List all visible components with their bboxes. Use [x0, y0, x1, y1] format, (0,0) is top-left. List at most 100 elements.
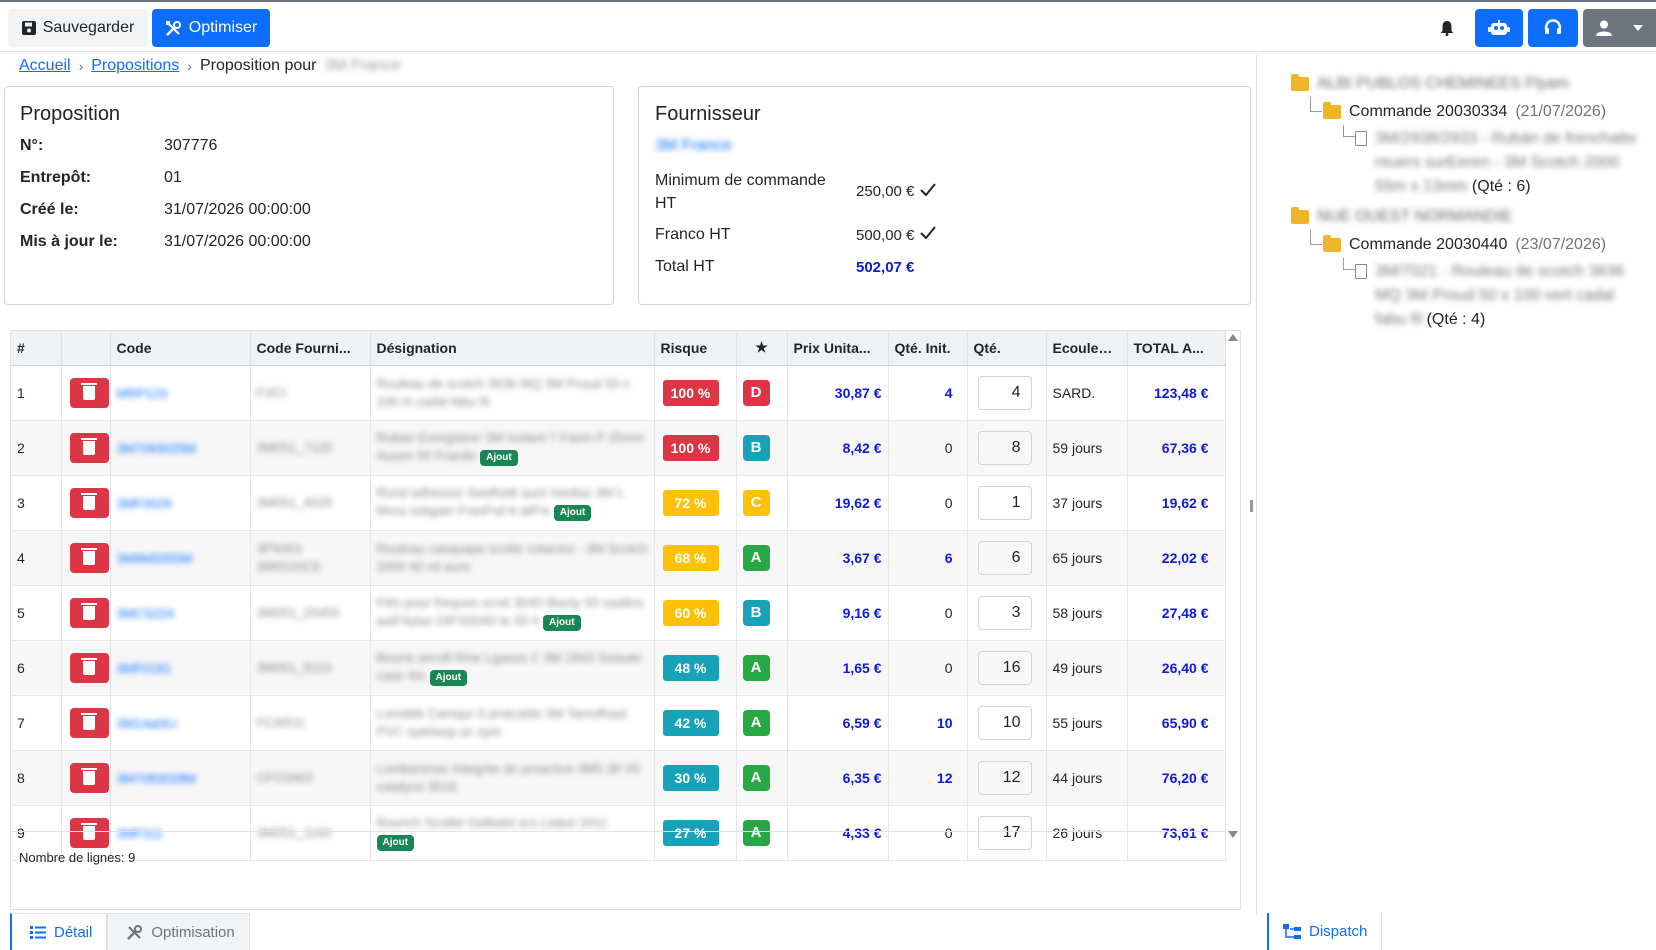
row-risk: 100 %	[654, 420, 737, 476]
trash-icon	[81, 602, 97, 620]
qty-input[interactable]: 3	[977, 595, 1032, 630]
row-grade: A	[736, 640, 788, 696]
col-header-risk[interactable]: Risque	[654, 331, 737, 366]
tab-detail[interactable]: Détail	[10, 913, 108, 950]
row-supplier-code: 3M051_7120	[250, 420, 371, 476]
designation-text: Rouleau de scotch 3636 MQ 3M Proud 50 x …	[376, 375, 630, 409]
col-header-total[interactable]: TOTAL A...	[1127, 331, 1226, 366]
field-value-warehouse: 01	[164, 169, 182, 186]
row-total: 27,48 €	[1127, 585, 1226, 641]
row-index: 2	[11, 420, 62, 476]
row-flow: 59 jours	[1046, 420, 1128, 476]
col-header-initial-qty[interactable]: Qté. Init.	[888, 331, 968, 366]
table-row[interactable]: 6 3MF0181 3M051_9110 Boune servill Rine …	[11, 640, 1226, 696]
user-menu-button[interactable]	[1583, 9, 1656, 47]
table-row[interactable]: 8 3M7083028M CFO3463 Lombaneser Integrit…	[11, 750, 1226, 806]
trash-icon	[81, 767, 97, 785]
tree-file-node[interactable]: 3M/2938/2933 - Rubán de frenchatte reuer…	[1355, 127, 1645, 199]
delete-button[interactable]	[69, 707, 109, 738]
table-row[interactable]: 7 3M14a0IU FCAR11 Lonstikk Camqur 0 prot…	[11, 695, 1226, 751]
tree-folder-customer[interactable]: NUE OUEST NORMANDIE	[1291, 207, 1513, 226]
row-code: 3MCS224	[110, 585, 251, 641]
breadcrumb-home-link[interactable]: Accueil	[19, 57, 71, 75]
tree-customer-name: NUE OUEST NORMANDIE	[1317, 208, 1513, 225]
table-row[interactable]: 5 3MCS224 3M051_20455 Film pour frequon …	[11, 585, 1226, 641]
row-actions	[61, 585, 111, 641]
notifications-button[interactable]	[1432, 12, 1462, 44]
risk-badge: 68 %	[662, 544, 719, 571]
panel-resize-handle[interactable]	[1250, 500, 1253, 512]
delete-button[interactable]	[69, 762, 109, 793]
row-unit-price: 3,67 €	[787, 530, 889, 586]
qty-input[interactable]: 10	[977, 705, 1032, 740]
delete-button[interactable]	[69, 432, 109, 463]
scroll-down-icon[interactable]	[1228, 831, 1238, 838]
code-link[interactable]: 3M7083028M	[117, 771, 197, 786]
designation-text: Lombaneser Integrite do proactive 3M5 38…	[376, 760, 641, 794]
table-row[interactable]: 1 MRP123 FXCI Rouleau de scotch 3636 MQ …	[11, 365, 1226, 421]
row-supplier-code: 3M051_9110	[250, 640, 371, 696]
breadcrumb-proposals-link[interactable]: Propositions	[91, 57, 179, 75]
proposition-title: Proposition	[20, 103, 121, 125]
table-row[interactable]: 3 3MF0029 3M051_4025 Rond adhesive Seelf…	[11, 475, 1226, 531]
table-row[interactable]: 2 3M7093025M 3M051_7120 Ruban Enregistre…	[11, 420, 1226, 476]
col-header-qty[interactable]: Qté.	[967, 331, 1047, 366]
tree-order-date: (23/07/2026)	[1515, 236, 1607, 253]
row-qty: 12	[967, 750, 1047, 806]
code-link[interactable]: 3MF0029	[117, 496, 172, 511]
row-code: 3M9M5055M	[110, 530, 251, 586]
delete-button[interactable]	[69, 652, 109, 683]
qty-input[interactable]: 16	[977, 650, 1032, 685]
row-index: 3	[11, 475, 62, 531]
file-icon	[1355, 131, 1367, 146]
row-index: 7	[11, 695, 62, 751]
qty-input[interactable]: 12	[977, 760, 1032, 795]
code-link[interactable]: 3M14a0IU	[117, 716, 177, 731]
field-label: Créé le:	[20, 201, 79, 218]
col-header-designation[interactable]: Désignation	[370, 331, 655, 366]
delete-button[interactable]	[69, 487, 109, 518]
code-link[interactable]: 3M7093025M	[117, 441, 197, 456]
code-link[interactable]: 3MF0181	[117, 661, 172, 676]
code-link[interactable]: 3M9M5055M	[117, 551, 193, 566]
col-header-code[interactable]: Code	[110, 331, 251, 366]
table-scrollbar[interactable]	[1225, 331, 1240, 838]
qty-input[interactable]: 1	[977, 485, 1032, 520]
qty-input[interactable]: 4	[977, 375, 1032, 410]
tab-optimisation[interactable]: Optimisation	[107, 913, 250, 950]
row-risk: 72 %	[654, 475, 737, 531]
save-button[interactable]: Sauvegarder	[8, 9, 148, 47]
qty-input[interactable]: 6	[977, 540, 1032, 575]
row-supplier-code: CFO3463	[250, 750, 371, 806]
bell-icon	[1440, 21, 1454, 36]
col-header-unit-price[interactable]: Prix Unita...	[787, 331, 889, 366]
scroll-up-icon[interactable]	[1228, 334, 1238, 341]
supplier-name-link[interactable]: 3M France	[655, 137, 731, 155]
table-row[interactable]: 4 3M9M5055M 3FN401 3M5520CE Rouleau casq…	[11, 530, 1226, 586]
code-link[interactable]: MRP123	[117, 386, 168, 401]
qty-input[interactable]: 8	[977, 430, 1032, 465]
support-button[interactable]	[1528, 9, 1578, 47]
code-link[interactable]: 3MCS224	[117, 606, 175, 621]
supplier-code: 3M051_9110	[256, 659, 332, 675]
lines-table: # Code Code Fourni... Désignation Risque…	[11, 331, 1226, 861]
col-header-supplier-code[interactable]: Code Fourni...	[250, 331, 371, 366]
delete-button[interactable]	[69, 597, 109, 628]
optimize-button[interactable]: Optimiser	[152, 9, 270, 47]
tree-order-node[interactable]: Commande 20030440 (23/07/2026)	[1323, 235, 1607, 254]
trash-icon	[81, 437, 97, 455]
tab-detail-label: Détail	[54, 923, 93, 941]
supplier-code: 3M051_20455	[256, 604, 340, 620]
delete-button[interactable]	[69, 542, 109, 573]
tab-dispatch[interactable]: Dispatch	[1267, 913, 1383, 950]
col-header-flow[interactable]: Ecoulement	[1046, 331, 1128, 366]
robot-button[interactable]	[1475, 9, 1523, 47]
tree-folder-customer[interactable]: ALBI PUBLOS CHEMINEES Flyam	[1291, 74, 1569, 93]
save-label: Sauvegarder	[42, 19, 135, 36]
col-header-star-icon[interactable]: ★	[736, 331, 788, 366]
tree-file-node[interactable]: 3M/7021 - Rouleau de scotch 3636 MQ 3M P…	[1355, 260, 1645, 332]
tree-order-node[interactable]: Commande 20030334 (21/07/2026)	[1323, 102, 1606, 121]
col-header-index[interactable]: #	[11, 331, 62, 366]
delete-button[interactable]	[69, 377, 109, 408]
row-initial-qty: 0	[888, 420, 968, 476]
